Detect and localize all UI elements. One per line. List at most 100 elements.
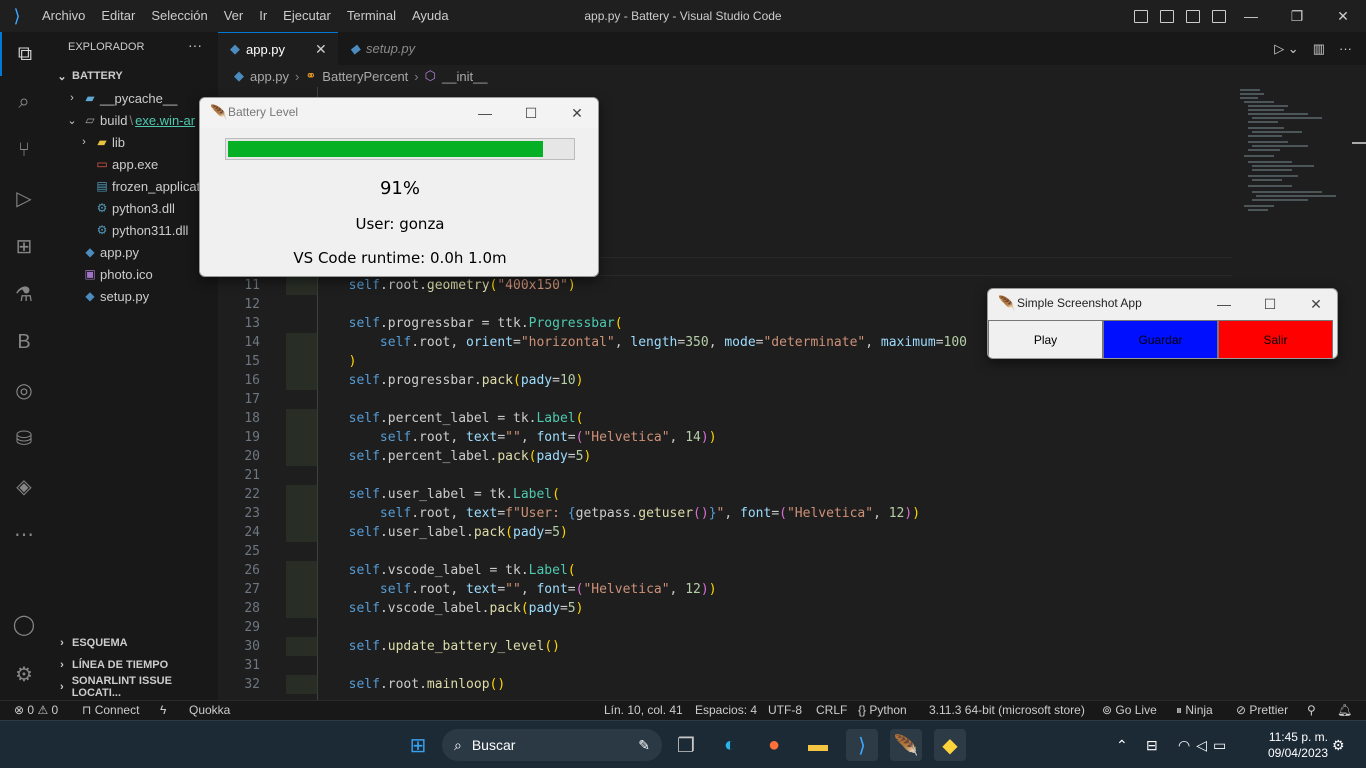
minimize-button[interactable]: — [462,101,508,125]
connect-item[interactable]: ⊓ Connect [82,701,139,720]
editor-tabs: ◆ app.py ✕ ◆ setup.py ▷ ⌄ ▥ ··· [218,32,1366,65]
close-button[interactable]: ✕ [1320,0,1366,32]
show-hidden-icons[interactable]: ⌃ [1116,721,1128,768]
minimize-button[interactable]: — [1228,0,1274,32]
close-button[interactable]: ✕ [1293,292,1337,316]
breadcrumb-class[interactable]: BatteryPercent [322,69,408,84]
menu-ayuda[interactable]: Ayuda [404,0,457,32]
breadcrumb-file[interactable]: app.py [250,69,289,84]
account-icon[interactable]: ◯ [0,602,48,646]
more-icon[interactable]: ⋯ [0,512,48,556]
salir-button[interactable]: Salir [1218,320,1333,358]
indentation[interactable]: Espacios: 4 [695,701,757,720]
python-taskbar-icon[interactable]: ◆ [934,729,966,761]
python-interpreter[interactable]: 3.11.3 64-bit (microsoft store) [929,701,1085,720]
tab-app-py[interactable]: ◆ app.py ✕ [218,32,338,65]
taskbar-search[interactable]: ⌕ Buscar ✎ [442,729,662,761]
clock[interactable]: 11:45 p. m. 09/04/2023 [1258,729,1328,761]
tree-item-build[interactable]: ⌄ ▱ build \ exe.win-ar [48,109,218,131]
layers-icon[interactable]: ◈ [0,464,48,508]
language-mode[interactable]: {} Python [858,701,907,720]
tree-item-frozen[interactable]: ▤ frozen_applicat [48,175,218,197]
line-ending[interactable]: CRLF [816,701,847,720]
guardar-button[interactable]: Guardar [1103,320,1218,358]
live-share-icon[interactable]: ◎ [0,368,48,412]
lightning-icon[interactable]: ϟ [160,701,166,720]
tree-item-app-exe[interactable]: ▭ app.exe [48,153,218,175]
tree-item-photo-ico[interactable]: ▣ photo.ico [48,263,218,285]
tree-item-setup-py[interactable]: ◆ setup.py [48,285,218,307]
more-actions-icon[interactable]: ··· [1339,41,1352,56]
section-esquema[interactable]: › ESQUEMA [52,632,218,654]
tree-item-label: setup.py [100,288,150,304]
task-view-icon[interactable]: ❐ [670,729,702,761]
clipboard-icon[interactable]: ⊟ [1146,721,1158,768]
tk-feather-taskbar-icon[interactable]: 🪶 [890,729,922,761]
split-editor-icon[interactable]: ▥ [1313,41,1325,57]
menu-ir[interactable]: Ir [251,0,275,32]
search-icon: ⌕ [454,736,462,753]
more-actions-icon[interactable]: ··· [188,37,202,53]
customize-layout-icon[interactable] [1212,9,1226,23]
menu-editar[interactable]: Editar [93,0,143,32]
tree-item-python311-dll[interactable]: ⚙ python311.dll [48,219,218,241]
vscode-taskbar-icon[interactable]: ⟩ [846,729,878,761]
settings-gear-icon[interactable]: ⚙ [0,652,48,696]
explorer-icon[interactable]: ⧉ [0,32,48,76]
notification-icon[interactable]: ⚙ [1332,721,1345,768]
close-button[interactable]: ✕ [554,101,598,125]
ninja[interactable]: ⏸ Ninja [1176,701,1213,720]
cursor-position[interactable]: Lín. 10, col. 41 [604,701,683,720]
toggle-panel-icon[interactable] [1160,9,1174,23]
close-icon[interactable]: ✕ [315,41,327,58]
tree-item-lib[interactable]: › ▰ lib [48,131,218,153]
menu-ejecutar[interactable]: Ejecutar [275,0,339,32]
feedback-icon[interactable]: ⚲ [1307,701,1316,720]
file-explorer-icon[interactable]: ▬ [802,729,834,761]
search-icon[interactable]: ⌕ [0,80,48,124]
problems-indicator[interactable]: ⊗ 0 ⚠ 0 [14,701,58,720]
network-volume-battery[interactable]: ◠ ◁ ▭ [1178,721,1226,768]
menu-ver[interactable]: Ver [216,0,252,32]
scrollbar-indicator[interactable] [1352,142,1366,144]
chevron-right-icon: › [60,637,64,649]
explorer-title: EXPLORADOR [68,41,145,53]
tree-item-pycache[interactable]: › ▰ __pycache__ [48,87,218,109]
maximize-button[interactable]: ☐ [508,101,554,125]
line-number: 15 [244,354,260,369]
restore-button[interactable]: ❐ [1274,0,1320,32]
extensions-icon[interactable]: ⊞ [0,224,48,268]
encoding[interactable]: UTF-8 [768,701,802,720]
minimap[interactable] [1240,87,1360,227]
tree-item-python3-dll[interactable]: ⚙ python3.dll [48,197,218,219]
menu-archivo[interactable]: Archivo [34,0,93,32]
run-icon[interactable]: ▷ ⌄ [1274,41,1299,57]
quokka-item[interactable]: Quokka [189,701,230,720]
section-sonarlint[interactable]: › SONARLINT ISSUE LOCATI... [52,675,218,699]
run-debug-icon[interactable]: ▷ [0,176,48,220]
firefox-icon[interactable]: ● [758,729,790,761]
maximize-button[interactable]: ☐ [1247,292,1293,316]
database-icon[interactable]: ⛁ [0,416,48,460]
bell-icon[interactable]: 🔔︎ [1337,701,1352,720]
toggle-sidebar-icon[interactable] [1134,9,1148,23]
prettier[interactable]: ⊘ Prettier [1236,701,1288,720]
go-live[interactable]: ⊚ Go Live [1102,701,1157,720]
folder-header[interactable]: ⌄ BATTERY [52,65,218,87]
menu-seleccion[interactable]: Selección [143,0,215,32]
chevron-right-icon: › [295,68,300,84]
b-extension-icon[interactable]: B [0,320,48,364]
tree-item-app-py[interactable]: ◆ app.py [48,241,218,263]
section-timeline[interactable]: › LÍNEA DE TIEMPO [52,654,218,676]
play-button[interactable]: Play [988,320,1103,358]
menu-terminal[interactable]: Terminal [339,0,404,32]
source-control-icon[interactable]: ⑂ [0,128,48,172]
tab-setup-py[interactable]: ◆ setup.py [338,32,458,65]
breadcrumb-method[interactable]: __init__ [442,69,488,84]
minimize-button[interactable]: — [1201,292,1247,316]
battery-window-titlebar[interactable]: 🪶 Battery Level — ☐ ✕ [200,98,598,128]
windows-start-icon[interactable]: ⊞ [402,729,434,761]
toggle-secondary-sidebar-icon[interactable] [1186,9,1200,23]
edge-icon[interactable]: ◐ [714,729,746,761]
testing-icon[interactable]: ⚗ [0,272,48,316]
